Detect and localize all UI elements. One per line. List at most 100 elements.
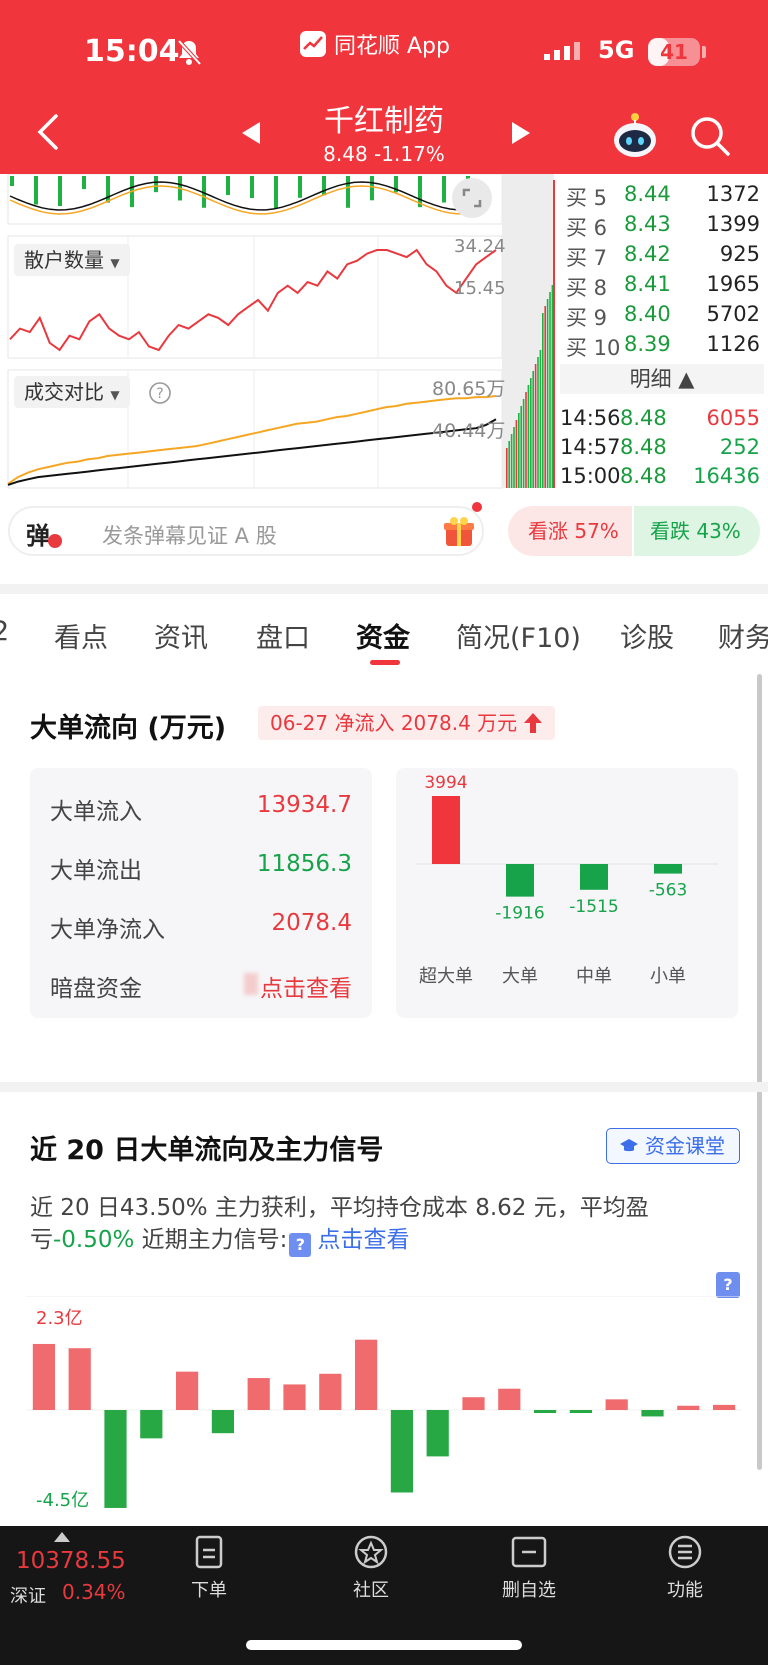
- scrollbar[interactable]: [757, 674, 762, 1470]
- tab-item[interactable]: 盘口: [256, 616, 310, 655]
- volume-min-label: 40.44万: [432, 420, 506, 442]
- vote-up-button[interactable]: 看涨 57%: [508, 506, 632, 556]
- kline-ma-line: [9, 185, 483, 215]
- gift-icon[interactable]: [442, 514, 476, 548]
- tick-row[interactable]: 14:56 8.48 6055: [560, 404, 760, 434]
- bid-row[interactable]: 买 8 8.41 1965: [560, 270, 760, 300]
- tick-row[interactable]: 15:00 8.48 16436: [560, 462, 760, 492]
- view-signal-link[interactable]: 点击查看: [317, 1227, 409, 1253]
- bid-level: 买 6: [566, 216, 608, 240]
- volume-compare-dropdown[interactable]: 成交对比 ▼: [14, 376, 130, 408]
- home-indicator: [246, 1640, 522, 1650]
- index-value[interactable]: 10378.55: [16, 1548, 126, 1574]
- dark-pool-link[interactable]: 点击查看: [260, 969, 352, 1003]
- bid-level: 买 5: [566, 186, 608, 210]
- document-icon: [195, 1535, 223, 1569]
- bid-price: 8.44: [624, 182, 671, 206]
- nav-item[interactable]: 下单: [164, 1534, 254, 1602]
- bid-row[interactable]: 买 5 8.44 1372: [560, 180, 760, 210]
- retail-dropdown[interactable]: 散户数量 ▼: [14, 244, 130, 276]
- app-indicator[interactable]: 同花顺 App: [300, 28, 450, 60]
- tick-volume: 252: [719, 435, 760, 459]
- tab-item[interactable]: 财务: [718, 616, 768, 655]
- battery-tip: [702, 46, 706, 58]
- volume-strip-bar: [525, 392, 527, 488]
- triangle-right-icon[interactable]: [510, 120, 532, 146]
- bid-level: 买 9: [566, 306, 608, 330]
- nav-label: 社区: [353, 1580, 389, 1601]
- tab-item[interactable]: 看点: [54, 616, 108, 655]
- app-name: 同花顺 App: [334, 34, 450, 59]
- stock-name: 千红制药: [324, 104, 444, 139]
- flow-bar-chart: 3994 超大单 -1916 大单 -1515 中单 -563 小单: [396, 768, 738, 1018]
- flow-key: 大单流出: [50, 858, 142, 884]
- danmu-input[interactable]: 发条弹幕见证 A 股: [102, 520, 277, 550]
- nav-label: 功能: [667, 1580, 703, 1601]
- chevron-left-icon[interactable]: [34, 112, 62, 152]
- volume-strip-bar: [513, 427, 515, 488]
- volume-strip-bar: [515, 420, 518, 488]
- day-flow-bar: [605, 1399, 628, 1410]
- nav-item[interactable]: 功能: [640, 1534, 730, 1602]
- tab-item[interactable]: 诊股: [620, 616, 674, 655]
- tab-item[interactable]: 2: [0, 616, 9, 647]
- graduation-cap-icon: [620, 1139, 638, 1152]
- bid-row[interactable]: 买 7 8.42 925: [560, 240, 760, 270]
- chart-help-icon[interactable]: ?: [716, 1272, 740, 1298]
- expand-chart-button[interactable]: [452, 178, 492, 218]
- blur-mask: [244, 973, 258, 995]
- search-icon[interactable]: [688, 114, 732, 158]
- flow-bar: [654, 864, 682, 874]
- danmu-icon[interactable]: 弹: [26, 516, 50, 551]
- tab-item[interactable]: 简况(F10): [456, 616, 581, 655]
- flow-row: 大单流出 11856.3: [50, 845, 352, 885]
- signal-icon: [544, 42, 580, 60]
- kline-ma-line: [9, 181, 483, 211]
- volume-strip-bar: [539, 350, 542, 488]
- caret-up-icon[interactable]: [54, 1532, 70, 1542]
- vote-down-button[interactable]: 看跌 43%: [634, 506, 760, 556]
- tick-time: 14:57: [560, 435, 621, 459]
- danmu-bar[interactable]: 弹 发条弹幕见证 A 股: [8, 502, 484, 556]
- bid-level: 买 8: [566, 276, 608, 300]
- signal-question-icon[interactable]: ?: [289, 1233, 312, 1257]
- fund-course-button[interactable]: 资金课堂: [606, 1128, 740, 1164]
- tick-row[interactable]: 14:57 8.48 252: [560, 433, 760, 463]
- nav-label: 删自选: [502, 1580, 556, 1601]
- flow-bar: [580, 864, 608, 890]
- retail-min-label: 15.45: [454, 278, 506, 299]
- flow-value: 11856.3: [256, 851, 352, 877]
- index-name: 深证: [10, 1586, 46, 1607]
- flow-category-label: 大单: [502, 966, 538, 987]
- twenty-day-bar-chart[interactable]: 2.3亿 -4.5亿: [26, 1296, 742, 1526]
- flow-category-label: 超大单: [419, 966, 473, 987]
- triangle-left-icon[interactable]: [240, 120, 262, 146]
- flow-row[interactable]: 暗盘资金 点击查看: [50, 963, 352, 1003]
- day-flow-bar: [641, 1410, 664, 1417]
- nav-item[interactable]: 社区: [326, 1534, 416, 1602]
- volume-strip-bar: [537, 357, 539, 488]
- caret-down-icon: ▼: [110, 256, 120, 270]
- volume-strip-bar: [520, 406, 522, 488]
- day-flow-bar: [32, 1343, 55, 1410]
- flow-value: 13934.7: [256, 792, 352, 818]
- bid-row[interactable]: 买 6 8.43 1399: [560, 210, 760, 240]
- bid-row[interactable]: 买 10 8.39 1126: [560, 330, 760, 360]
- detail-toggle[interactable]: 明细 ▲: [560, 364, 764, 394]
- tab-item[interactable]: 资金: [356, 616, 410, 655]
- nav-item[interactable]: 删自选: [484, 1534, 574, 1602]
- robot-icon[interactable]: [610, 112, 660, 160]
- tick-volume: 6055: [706, 406, 760, 430]
- bid-row[interactable]: 买 9 8.40 5702: [560, 300, 760, 330]
- bid-volume: 5702: [706, 302, 760, 326]
- kline-bar: [274, 176, 278, 208]
- kline-bar: [346, 176, 350, 208]
- community-star-icon: [354, 1535, 388, 1569]
- expand-icon: [462, 188, 482, 208]
- help-circle-icon[interactable]: ?: [148, 381, 172, 405]
- kline-bar: [154, 176, 158, 193]
- tab-item[interactable]: 资讯: [154, 616, 208, 655]
- y-min-label: -4.5亿: [36, 1490, 89, 1511]
- battery-icon: 41: [648, 38, 700, 66]
- bell-muted-icon: [177, 39, 202, 66]
